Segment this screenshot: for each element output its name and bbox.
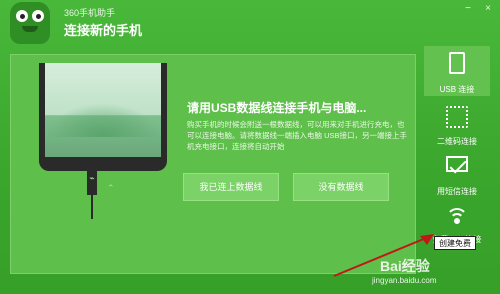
usb-icon bbox=[449, 52, 465, 74]
app-name: 360手机助手 bbox=[64, 8, 116, 18]
baidu-watermark-url: jingyan.baidu.com bbox=[372, 276, 437, 285]
instruction-description: 购买手机的时候会附送一根数据线，可以用来对手机进行充电，也可以连接电脑。请将数据… bbox=[187, 120, 408, 151]
sidebar-item-qr[interactable]: 二维码连接 bbox=[424, 100, 490, 150]
window-title: 连接新的手机 bbox=[64, 23, 143, 38]
sidebar-item-sms[interactable]: 用短信连接 bbox=[424, 150, 490, 200]
window-controls: − × bbox=[462, 4, 494, 14]
phone-screen bbox=[45, 63, 161, 157]
qr-code-icon bbox=[446, 106, 468, 128]
connection-method-sidebar: USB 连接 二维码连接 用短信连接 免费WIFI连接 bbox=[424, 46, 490, 246]
instruction-headline: 请用USB数据线连接手机与电脑... bbox=[187, 101, 367, 115]
close-button[interactable]: × bbox=[482, 4, 494, 14]
wifi-icon bbox=[446, 208, 468, 230]
usb-cable-line bbox=[91, 195, 93, 219]
sidebar-item-label: 二维码连接 bbox=[437, 137, 477, 146]
mascot-right-eye bbox=[32, 10, 44, 22]
sidebar-item-usb[interactable]: USB 连接 bbox=[424, 46, 490, 96]
sms-icon bbox=[446, 156, 468, 172]
connected-cable-button[interactable]: 我已连上数据线 bbox=[183, 173, 279, 201]
spark-icon: ⌃ bbox=[107, 183, 115, 193]
sidebar-item-label: 用短信连接 bbox=[437, 187, 477, 196]
phone-illustration bbox=[39, 63, 167, 171]
usb-icon: ⌁ bbox=[89, 173, 95, 183]
baidu-watermark-logo: Bai经验 bbox=[380, 258, 430, 274]
mascot-mouth bbox=[22, 26, 38, 32]
app-logo-mascot bbox=[10, 2, 50, 44]
mascot-left-eye bbox=[16, 10, 28, 22]
title-bar: 360手机助手 连接新的手机 − × bbox=[0, 0, 500, 46]
minimize-button[interactable]: − bbox=[462, 4, 474, 14]
wifi-tooltip: 创建免费 bbox=[434, 236, 476, 250]
usb-connection-panel: ⌁ ⌃ 请用USB数据线连接手机与电脑... 购买手机的时候会附送一根数据线，可… bbox=[10, 54, 416, 274]
sidebar-item-label: USB 连接 bbox=[439, 85, 475, 94]
no-cable-button[interactable]: 没有数据线 bbox=[293, 173, 389, 201]
